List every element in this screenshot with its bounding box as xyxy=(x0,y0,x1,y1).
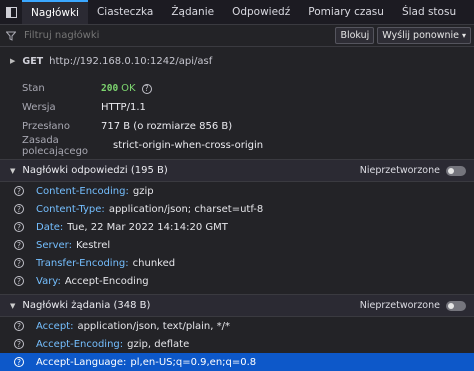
tab-response[interactable]: Odpowiedź xyxy=(223,0,299,24)
version-row: Wersja HTTP/1.1 xyxy=(22,98,474,117)
header-value: Kestrel xyxy=(76,239,111,251)
request-headers-header[interactable]: ▼ Nagłówki żądania (348 B) Nieprzetworzo… xyxy=(0,294,474,317)
question-circle-icon[interactable]: ? xyxy=(14,240,24,250)
filter-bar: Blokuj Wyślij ponownie ▾ xyxy=(0,25,474,47)
header-row[interactable]: ? Accept: application/json, text/plain, … xyxy=(0,317,474,335)
header-name: Vary: xyxy=(36,275,61,287)
version-value: HTTP/1.1 xyxy=(101,102,146,113)
triangle-down-icon: ▼ xyxy=(10,166,16,175)
version-key: Wersja xyxy=(22,102,56,113)
response-headers-title: Nagłówki odpowiedzi (195 B) xyxy=(22,165,168,176)
request-summary: Stan 200 OK ? Wersja HTTP/1.1 Przesłano … xyxy=(0,79,474,157)
raw-toggle-request[interactable]: Nieprzetworzone xyxy=(360,295,466,316)
question-circle-icon[interactable]: ? xyxy=(14,276,24,286)
question-circle-icon[interactable]: ? xyxy=(14,321,24,331)
header-row-selected[interactable]: ? Accept-Language: pl,en-US;q=0.9,en;q=0… xyxy=(0,353,474,371)
raw-label: Nieprzetworzone xyxy=(359,165,440,176)
header-value: Accept-Encoding xyxy=(64,275,149,287)
request-url: http://192.168.0.10:1242/api/asf xyxy=(49,55,213,67)
request-line[interactable]: ▶ GET http://192.168.0.10:1242/api/asf xyxy=(0,50,474,72)
header-value: application/json, text/plain, */* xyxy=(77,320,230,332)
tab-headers[interactable]: Nagłówki xyxy=(22,0,88,24)
header-row[interactable]: ? Accept-Encoding: gzip, deflate xyxy=(0,335,474,353)
filter-headers-input[interactable] xyxy=(24,30,336,41)
header-value: application/json; charset=utf-8 xyxy=(108,203,264,215)
header-value: gzip, deflate xyxy=(127,338,190,350)
header-name: Accept-Encoding: xyxy=(36,338,124,350)
referrer-policy-row: Zasada polecającego strict-origin-when-c… xyxy=(22,134,474,157)
header-row[interactable]: ? Content-Type: application/json; charse… xyxy=(0,200,474,218)
header-value: gzip xyxy=(132,185,154,197)
header-row[interactable]: ? Server: Kestrel xyxy=(0,236,474,254)
question-circle-icon[interactable]: ? xyxy=(141,83,152,94)
status-code: 200 xyxy=(101,83,119,94)
referrer-policy-key: Zasada polecającego xyxy=(22,134,89,157)
header-row[interactable]: ? Date: Tue, 22 Mar 2022 14:14:20 GMT xyxy=(0,218,474,236)
header-row[interactable]: ? Content-Encoding: gzip xyxy=(0,182,474,200)
question-circle-icon[interactable]: ? xyxy=(14,357,24,367)
tab-timings[interactable]: Pomiary czasu xyxy=(299,0,393,24)
response-headers-list: ? Content-Encoding: gzip ? Content-Type:… xyxy=(0,182,474,290)
transferred-row: Przesłano 717 B (o rozmiarze 856 B) xyxy=(22,117,474,136)
resend-button[interactable]: Wyślij ponownie ▾ xyxy=(377,27,471,44)
status-value: 200 OK ? xyxy=(101,83,152,94)
request-headers-list: ? Accept: application/json, text/plain, … xyxy=(0,317,474,371)
status-text: OK xyxy=(121,83,136,94)
raw-toggle-response[interactable]: Nieprzetworzone xyxy=(360,160,466,181)
header-name: Content-Encoding: xyxy=(36,185,129,197)
tab-request[interactable]: Żądanie xyxy=(162,0,223,24)
header-row[interactable]: ? Transfer-Encoding: chunked xyxy=(0,254,474,272)
triangle-right-icon: ▶ xyxy=(10,57,16,65)
question-circle-icon[interactable]: ? xyxy=(14,339,24,349)
toggle-switch[interactable] xyxy=(446,300,466,311)
tab-stack-trace[interactable]: Ślad stosu xyxy=(393,0,465,24)
header-name: Server: xyxy=(36,239,72,251)
header-value: chunked xyxy=(132,257,176,269)
request-method: GET xyxy=(22,55,44,67)
header-name: Content-Type: xyxy=(36,203,105,215)
question-circle-icon[interactable]: ? xyxy=(14,186,24,196)
raw-label: Nieprzetworzone xyxy=(359,300,440,311)
header-name: Accept: xyxy=(36,320,74,332)
question-circle-icon[interactable]: ? xyxy=(14,222,24,232)
request-headers-title: Nagłówki żądania (348 B) xyxy=(22,300,151,311)
triangle-down-icon: ▼ xyxy=(10,301,16,310)
toggle-switch[interactable] xyxy=(446,165,466,176)
header-name: Accept-Language: xyxy=(36,356,127,368)
transferred-key: Przesłano xyxy=(22,121,71,132)
filter-icon xyxy=(6,31,24,41)
transferred-value: 717 B (o rozmiarze 856 B) xyxy=(101,121,233,132)
question-circle-icon[interactable]: ? xyxy=(14,258,24,268)
status-key: Stan xyxy=(22,83,45,94)
block-button[interactable]: Blokuj xyxy=(335,27,375,44)
resend-label: Wyślij ponownie xyxy=(382,30,459,41)
header-value: pl,en-US;q=0.9,en;q=0.8 xyxy=(130,356,257,368)
chevron-down-icon: ▾ xyxy=(461,31,466,40)
question-circle-icon[interactable]: ? xyxy=(14,204,24,214)
tab-bar: Nagłówki Ciasteczka Żądanie Odpowiedź Po… xyxy=(0,0,474,25)
referrer-policy-value: strict-origin-when-cross-origin xyxy=(113,140,264,151)
status-row: Stan 200 OK ? xyxy=(22,79,474,98)
header-row[interactable]: ? Vary: Accept-Encoding xyxy=(0,272,474,290)
header-name: Transfer-Encoding: xyxy=(36,257,129,269)
header-value: Tue, 22 Mar 2022 14:14:20 GMT xyxy=(67,221,228,233)
inspector-icon[interactable] xyxy=(0,0,22,24)
response-headers-header[interactable]: ▼ Nagłówki odpowiedzi (195 B) Nieprzetwo… xyxy=(0,159,474,182)
tab-cookies[interactable]: Ciasteczka xyxy=(88,0,162,24)
header-name: Date: xyxy=(36,221,64,233)
